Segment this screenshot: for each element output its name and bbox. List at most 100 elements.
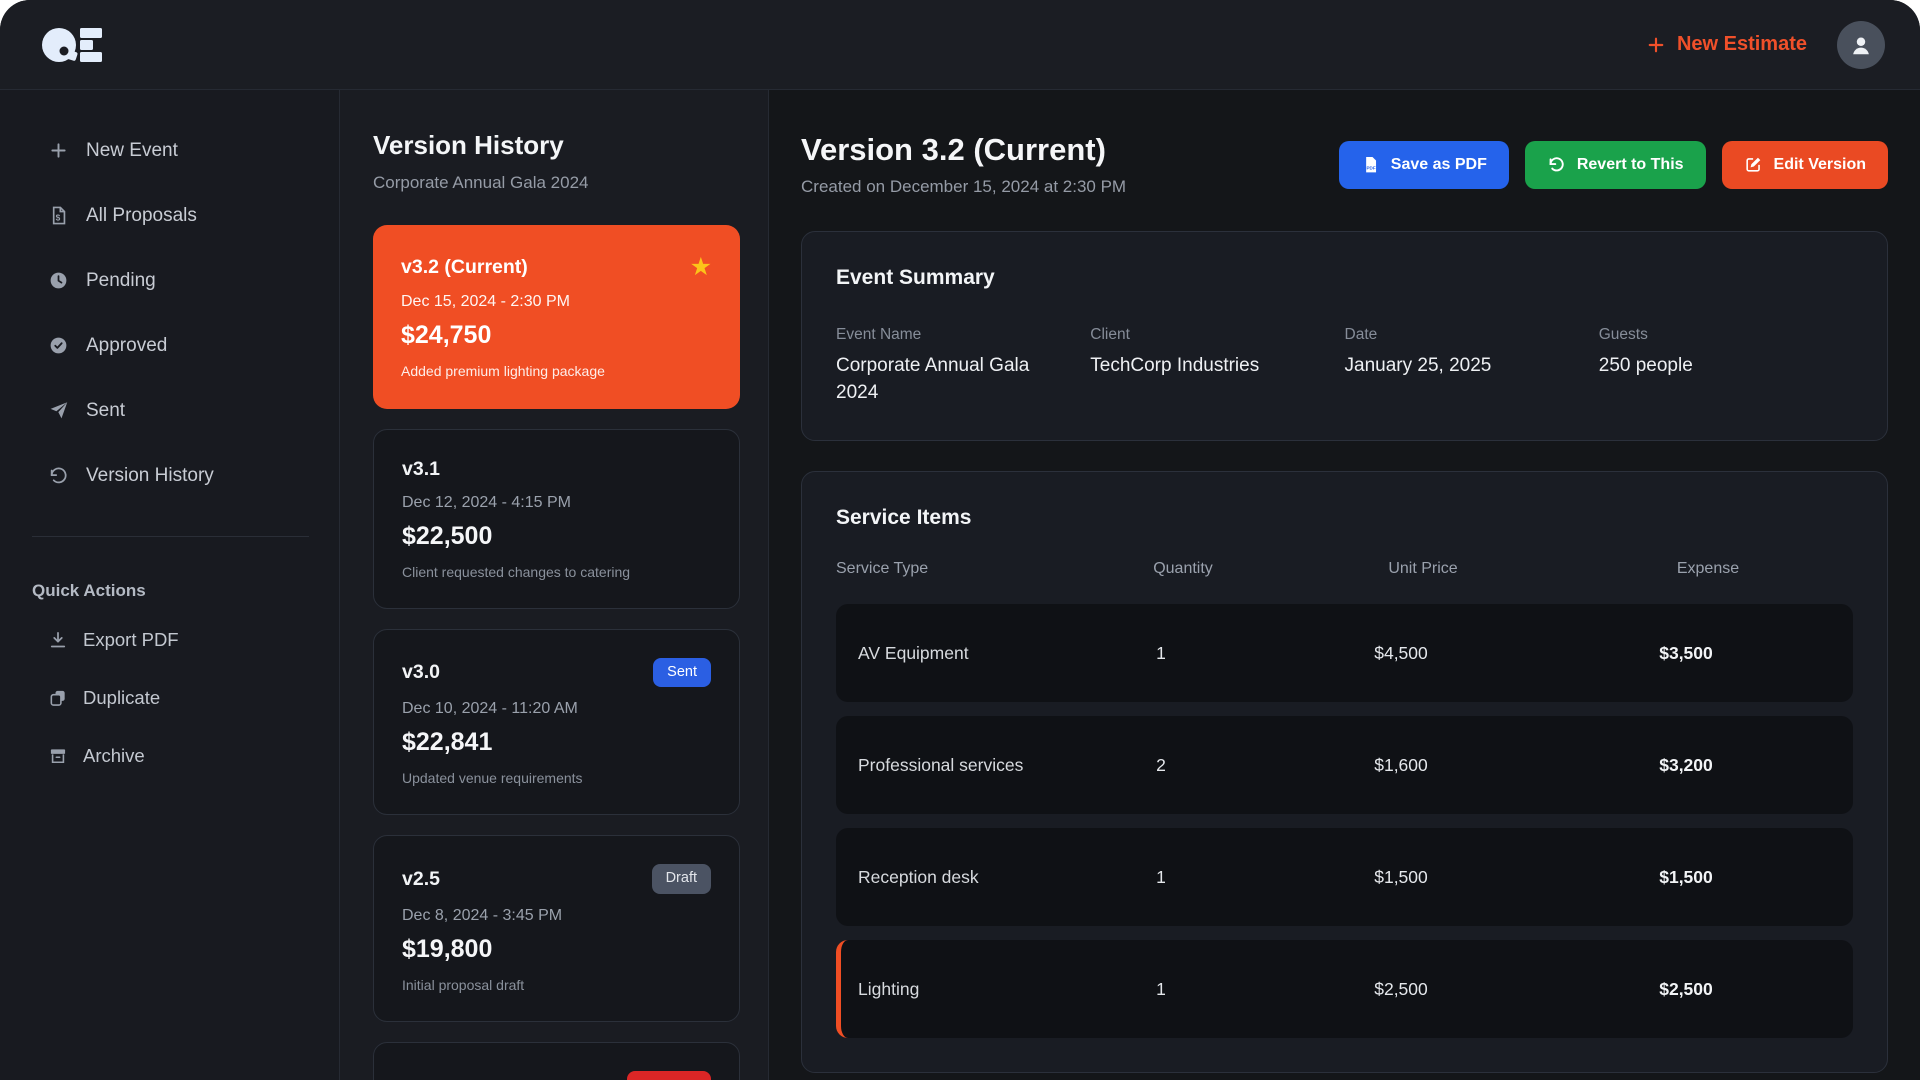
sidebar-item-label: Approved — [86, 334, 168, 356]
cell-quantity: 1 — [1156, 642, 1166, 663]
field-label: Client — [1090, 326, 1130, 343]
version-note: Updated venue requirements — [402, 770, 583, 787]
column-header: Expense — [1676, 560, 1740, 578]
app-logo[interactable]: QE — [40, 23, 104, 67]
quick-action-archive[interactable]: Archive — [0, 727, 339, 785]
quick-action-label: Archive — [83, 745, 145, 766]
invoice-icon: $ — [48, 205, 69, 226]
cell-quantity: 1 — [1156, 866, 1166, 887]
sidebar-item-label: Version History — [86, 464, 214, 486]
version-amount: $22,841 — [402, 728, 493, 757]
sidebar-item-sent[interactable]: Sent — [0, 378, 339, 443]
history-icon — [48, 465, 69, 486]
column-header: Service Type — [836, 560, 929, 578]
quick-actions-title: Quick Actions — [32, 581, 146, 600]
save-as-pdf-button[interactable]: PDF Save as PDF — [1338, 140, 1509, 189]
sidebar-item-label: All Proposals — [86, 204, 197, 226]
quick-action-export-pdf[interactable]: Export PDF — [0, 611, 339, 669]
cell-expense: $1,500 — [1659, 866, 1713, 887]
cell-unit-price: $1,600 — [1374, 754, 1428, 775]
sidebar-nav: New Event $ All Proposals Pending Approv… — [0, 118, 339, 508]
version-date: Dec 8, 2024 - 3:45 PM — [402, 906, 563, 924]
version-amount: $22,500 — [402, 522, 493, 550]
table-row-highlighted[interactable]: Lighting 1 $2,500 $2,500 — [836, 940, 1853, 1039]
cell-quantity: 1 — [1156, 978, 1166, 999]
cell-service-type: Lighting — [858, 978, 920, 999]
revert-button[interactable]: Revert to This — [1524, 140, 1706, 189]
star-icon[interactable]: ★ — [690, 255, 712, 280]
cell-quantity: 2 — [1156, 754, 1166, 775]
version-amount: $19,800 — [402, 934, 493, 963]
sidebar-item-all-proposals[interactable]: $ All Proposals — [0, 183, 339, 248]
cell-expense: $2,500 — [1659, 978, 1713, 999]
sidebar-item-label: New Event — [86, 139, 178, 161]
field-guests: Guests 250 people — [1599, 326, 1853, 406]
field-date: Date January 25, 2025 — [1345, 326, 1599, 406]
field-label: Event Name — [836, 326, 922, 343]
version-card-current[interactable]: v3.2 (Current) ★ Dec 15, 2024 - 2:30 PM … — [373, 225, 740, 409]
field-label: Date — [1344, 326, 1378, 343]
field-label: Guests — [1598, 326, 1648, 343]
cell-service-type: Professional services — [858, 754, 1024, 775]
cell-expense: $3,200 — [1659, 754, 1713, 775]
page-title: Version 3.2 (Current) — [801, 132, 1106, 167]
field-value: January 25, 2025 — [1344, 355, 1492, 376]
version-note: Added premium lighting package — [401, 363, 605, 379]
clock-icon — [48, 270, 69, 291]
sidebar-item-new-event[interactable]: New Event — [0, 118, 339, 183]
status-badge-sent: Sent — [653, 658, 711, 688]
duplicate-icon — [48, 688, 68, 708]
sidebar-item-version-history[interactable]: Version History — [0, 443, 339, 508]
table-row[interactable]: Reception desk 1 $1,500 $1,500 — [836, 828, 1853, 927]
version-card-partial[interactable] — [373, 1041, 740, 1080]
button-label: Revert to This — [1576, 155, 1684, 173]
service-table-header: Service Type Quantity Unit Price Expense — [836, 560, 1853, 578]
edit-icon — [1744, 155, 1763, 174]
new-estimate-button[interactable]: New Estimate — [1646, 33, 1807, 56]
table-row[interactable]: Professional services 2 $1,600 $3,200 — [836, 716, 1853, 815]
version-label: v3.1 — [402, 458, 440, 480]
new-estimate-label: New Estimate — [1676, 33, 1807, 55]
version-card[interactable]: v3.0 Sent Dec 10, 2024 - 11:20 AM $22,84… — [373, 629, 740, 816]
quick-action-duplicate[interactable]: Duplicate — [0, 669, 339, 727]
version-amount: $24,750 — [401, 321, 492, 349]
version-date: Dec 12, 2024 - 4:15 PM — [402, 494, 571, 511]
page-subtitle: Created on December 15, 2024 at 2:30 PM — [801, 177, 1127, 196]
field-event-name: Event Name Corporate Annual Gala 2024 — [836, 326, 1090, 406]
button-label: Save as PDF — [1390, 155, 1487, 173]
version-list: v3.2 (Current) ★ Dec 15, 2024 - 2:30 PM … — [373, 225, 740, 1080]
version-card[interactable]: v3.1 Dec 12, 2024 - 4:15 PM $22,500 Clie… — [373, 429, 740, 609]
revert-icon — [1547, 155, 1566, 174]
main-panel: Version 3.2 (Current) Created on Decembe… — [769, 90, 1920, 1080]
sidebar-item-label: Sent — [86, 399, 126, 421]
user-avatar[interactable] — [1837, 20, 1885, 69]
logo-icon — [42, 27, 102, 62]
svg-text:$: $ — [56, 212, 61, 222]
archive-icon — [48, 746, 68, 766]
quick-action-label: Duplicate — [83, 687, 161, 708]
field-value: 250 people — [1598, 355, 1693, 376]
status-badge-red — [627, 1070, 711, 1080]
check-circle-icon — [48, 335, 69, 356]
event-summary-fields: Event Name Corporate Annual Gala 2024 Cl… — [836, 326, 1853, 406]
service-table-body: AV Equipment 1 $4,500 $3,500 Professiona… — [836, 604, 1853, 1039]
sidebar-item-pending[interactable]: Pending — [0, 248, 339, 313]
card-title: Event Summary — [836, 266, 995, 289]
person-icon — [1853, 37, 1869, 54]
topbar-actions: New Estimate — [1646, 20, 1885, 69]
version-history-panel: Version History Corporate Annual Gala 20… — [340, 90, 769, 1080]
cell-unit-price: $4,500 — [1374, 642, 1428, 663]
version-label: v2.5 — [402, 867, 440, 890]
version-card[interactable]: v2.5 Draft Dec 8, 2024 - 3:45 PM $19,800… — [373, 835, 740, 1022]
version-label: v3.0 — [402, 661, 440, 684]
column-header: Quantity — [1153, 560, 1213, 578]
sidebar-item-approved[interactable]: Approved — [0, 313, 339, 378]
svg-text:PDF: PDF — [1366, 165, 1375, 170]
status-badge-draft: Draft — [651, 864, 711, 894]
table-row[interactable]: AV Equipment 1 $4,500 $3,500 — [836, 604, 1853, 703]
download-icon — [48, 630, 68, 650]
button-label: Edit Version — [1773, 155, 1866, 173]
edit-version-button[interactable]: Edit Version — [1721, 140, 1888, 189]
pdf-file-icon: PDF — [1361, 155, 1380, 174]
card-title: Service Items — [836, 506, 972, 530]
